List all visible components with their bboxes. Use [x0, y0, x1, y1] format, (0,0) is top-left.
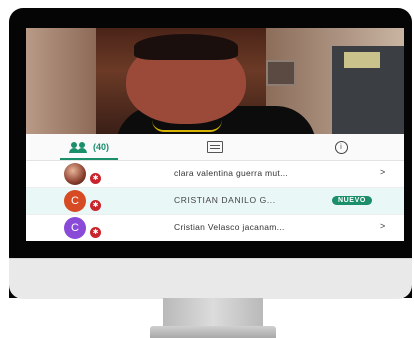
- mic-muted-icon: ✱: [90, 227, 101, 238]
- app-screen: (40) i ✱ clara valentina guerra mut... >…: [26, 28, 404, 241]
- new-badge: NUEVO: [332, 196, 372, 205]
- video-feed[interactable]: [26, 28, 404, 134]
- chevron-right-icon[interactable]: >: [380, 167, 385, 177]
- people-icon: [68, 141, 89, 153]
- participant-name: CRISTIAN DANILO G...: [174, 195, 276, 205]
- participant-list: ✱ clara valentina guerra mut... > C ✱ CR…: [26, 161, 404, 241]
- participant-name: clara valentina guerra mut...: [174, 168, 289, 178]
- mic-muted-icon: ✱: [90, 200, 101, 211]
- wall-picture-frame: [266, 60, 296, 86]
- tab-info[interactable]: i: [278, 134, 404, 160]
- mic-muted-icon: ✱: [90, 173, 101, 184]
- avatar: C: [64, 217, 86, 239]
- speaker-hair: [134, 34, 238, 60]
- info-icon: i: [334, 140, 348, 154]
- chat-icon: [207, 141, 223, 153]
- avatar: C: [64, 190, 86, 212]
- tab-participants[interactable]: (40): [26, 134, 152, 160]
- list-item[interactable]: C ✱ CRISTIAN DANILO G... NUEVO: [26, 188, 404, 215]
- monitor-chin: [9, 258, 412, 299]
- list-item[interactable]: ✱ clara valentina guerra mut... >: [26, 161, 404, 188]
- tab-bar: (40) i: [26, 134, 404, 161]
- tab-chat[interactable]: [152, 134, 278, 160]
- background-wall: [26, 28, 96, 134]
- monitor-stand-neck: [163, 298, 263, 328]
- shelf-item: [344, 52, 380, 68]
- list-item[interactable]: C ✱ Cristian Velasco jacanam... >: [26, 215, 404, 241]
- avatar: [64, 163, 86, 185]
- participant-count: (40): [92, 142, 109, 152]
- monitor-stand-base: [150, 326, 276, 338]
- participant-name: Cristian Velasco jacanam...: [174, 222, 285, 232]
- speaker-lanyard: [152, 120, 222, 132]
- chevron-right-icon[interactable]: >: [380, 221, 385, 231]
